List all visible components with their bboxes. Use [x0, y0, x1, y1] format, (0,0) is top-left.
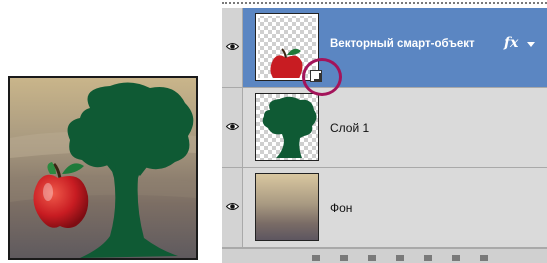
expand-effects-arrow-icon[interactable]	[527, 42, 535, 47]
layer-thumbnail-landscape[interactable]	[255, 173, 319, 241]
eye-icon	[226, 123, 239, 130]
eye-icon	[226, 43, 239, 50]
visibility-toggle[interactable]	[222, 88, 243, 167]
layer-name[interactable]: Фон	[330, 168, 352, 248]
new-group-icon[interactable]	[424, 255, 432, 261]
visibility-toggle[interactable]	[222, 8, 243, 87]
layer-row-layer-1[interactable]: Слой 1	[222, 88, 547, 168]
eye-icon	[226, 203, 239, 210]
layer-row-background[interactable]: Фон	[222, 168, 547, 248]
tree-thumbnail-icon	[262, 96, 317, 158]
layer-name[interactable]: Слой 1	[330, 88, 369, 168]
adjustment-layer-icon[interactable]	[396, 255, 404, 261]
effects-fx-icon[interactable]: fx	[504, 35, 518, 51]
layer-thumbnail-tree[interactable]	[255, 93, 319, 161]
layers-panel: Векторный смарт-объект fx Слой 1 Фон	[222, 8, 547, 263]
visibility-toggle[interactable]	[222, 168, 243, 247]
add-style-icon[interactable]	[340, 255, 348, 261]
layer-name[interactable]: Векторный смарт-объект	[330, 8, 475, 88]
link-layers-icon[interactable]	[312, 255, 320, 261]
layers-panel-footer	[222, 248, 547, 263]
new-layer-icon[interactable]	[452, 255, 460, 261]
canvas-artwork	[10, 78, 196, 258]
canvas-preview	[8, 76, 198, 260]
delete-layer-icon[interactable]	[480, 255, 488, 261]
layer-row-smart-object[interactable]: Векторный смарт-объект fx	[222, 8, 547, 88]
callout-highlight-circle	[302, 58, 342, 96]
add-mask-icon[interactable]	[368, 255, 376, 261]
panel-top-edge	[222, 2, 547, 6]
